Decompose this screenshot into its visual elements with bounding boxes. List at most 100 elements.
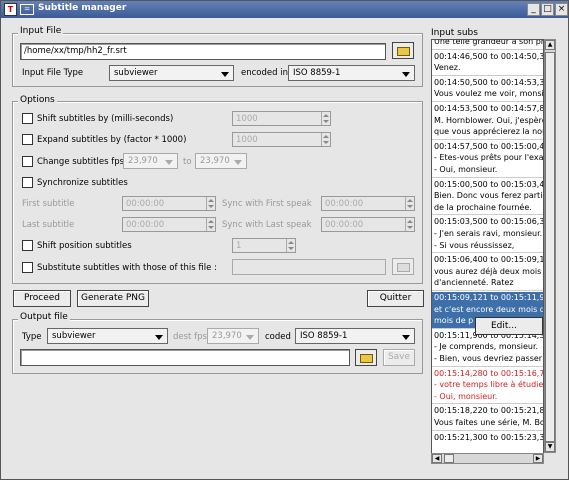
- spin-arrows-icon[interactable]: [206, 197, 215, 210]
- sync-first-speak-spinner[interactable]: 00:00:00: [321, 196, 415, 211]
- title-bar[interactable]: T = Subtitle manager _ □ ×: [1, 1, 568, 18]
- sync-last-speak-spinner[interactable]: 00:00:00: [321, 217, 415, 232]
- subtitle-text-line[interactable]: de la prochaine fournée.: [432, 202, 543, 215]
- substitute-label: Substitute subtitles with those of this …: [37, 263, 217, 273]
- input-encoding-select[interactable]: ISO 8859-1: [288, 65, 415, 81]
- expand-subtitles-label: Expand subtitles by (factor * 1000): [37, 135, 187, 145]
- subtitle-text-line[interactable]: que vous apprécierez la nou: [432, 126, 543, 139]
- subtitle-text-line[interactable]: - Si vous réussissez,: [432, 240, 543, 253]
- subtitle-separator: [432, 429, 543, 431]
- subtitle-separator: [432, 138, 543, 140]
- context-menu: Edit...: [475, 317, 543, 335]
- subtitle-text-line[interactable]: - Oui, monsieur.: [432, 164, 543, 177]
- spin-arrows-icon[interactable]: [206, 218, 215, 231]
- subtitle-separator: [432, 290, 543, 291]
- input-file-type-label: Input File Type: [22, 68, 84, 78]
- subtitle-separator: [432, 101, 543, 102]
- subtitle-text-line[interactable]: Une telle grandeur à son pr: [432, 40, 543, 49]
- subtitle-text-line[interactable]: Vous faites une série, M. Bo: [432, 417, 543, 430]
- sync-last-speak-label: Sync with Last speak: [222, 220, 312, 230]
- close-button[interactable]: ×: [555, 3, 568, 16]
- spin-arrows-icon[interactable]: [321, 133, 330, 146]
- expand-subtitles-checkbox[interactable]: [22, 134, 33, 145]
- subtitle-separator: [432, 214, 543, 216]
- synchronize-checkbox[interactable]: [22, 177, 33, 188]
- change-fps-checkbox[interactable]: [22, 156, 33, 167]
- subtitle-separator: [432, 74, 543, 76]
- substitute-file-field[interactable]: [232, 259, 386, 275]
- scroll-up-icon[interactable]: ▲: [545, 40, 555, 50]
- shift-position-checkbox[interactable]: [22, 240, 33, 251]
- spin-arrows-icon[interactable]: [405, 197, 414, 210]
- minimize-button[interactable]: _: [527, 3, 540, 16]
- shift-ms-value: 1000: [236, 114, 258, 124]
- expand-factor-value: 1000: [236, 135, 258, 145]
- first-subtitle-spinner[interactable]: 00:00:00: [122, 196, 216, 211]
- last-subtitle-spinner[interactable]: 00:00:00: [122, 217, 216, 232]
- subtitle-separator: [432, 176, 543, 178]
- input-subs-label: Input subs: [431, 28, 478, 38]
- first-subtitle-value: 00:00:00: [126, 199, 165, 209]
- options-group: [12, 101, 423, 284]
- subtitle-text-line[interactable]: Venez.: [432, 62, 543, 75]
- browse-output-button[interactable]: [355, 349, 377, 366]
- horizontal-scrollbar[interactable]: ◀ ▶: [431, 453, 544, 464]
- sync-first-speak-value: 00:00:00: [325, 199, 364, 209]
- options-group-label: Options: [18, 95, 57, 105]
- proceed-button[interactable]: Proceed: [13, 290, 71, 307]
- folder-icon: [360, 354, 373, 363]
- coded-label: coded: [265, 332, 291, 342]
- subtitle-text-line[interactable]: - Oui, monsieur.: [432, 391, 543, 404]
- dest-fps-select[interactable]: 23,970: [207, 328, 259, 344]
- shift-subtitles-checkbox[interactable]: [22, 113, 33, 124]
- maximize-button[interactable]: □: [541, 3, 554, 16]
- last-subtitle-label: Last subtitle: [22, 220, 75, 230]
- shift-subtitles-label: Shift subtitles by (milli-seconds): [37, 114, 174, 124]
- input-type-select[interactable]: subviewer: [109, 65, 234, 81]
- scroll-thumb[interactable]: [545, 52, 555, 442]
- input-file-path-field[interactable]: /home/xx/tmp/hh2_fr.srt: [20, 43, 386, 60]
- input-file-group-label: Input File: [18, 26, 64, 36]
- shift-position-label: Shift position subtitles: [37, 241, 132, 251]
- scroll-left-icon[interactable]: ◀: [432, 454, 442, 463]
- subtitle-text-line[interactable]: - Bien, vous devriez passer: [432, 353, 543, 366]
- subtitles-list[interactable]: Une telle grandeur à son pr 00:14:46,500 …: [431, 39, 544, 464]
- spin-arrows-icon[interactable]: [286, 239, 295, 252]
- output-file-path-field[interactable]: [20, 349, 350, 366]
- scroll-down-icon[interactable]: ▼: [545, 442, 555, 452]
- synchronize-label: Synchronize subtitles: [37, 178, 128, 188]
- subtitle-text-line[interactable]: d'ancienneté. Ratez: [432, 277, 543, 290]
- save-button[interactable]: Save: [383, 349, 415, 366]
- subtitle-separator: [432, 365, 543, 367]
- subtitle-text-line[interactable]: Vous voulez me voir, monsie: [432, 88, 543, 101]
- system-menu-icon[interactable]: =: [20, 4, 34, 15]
- subtitle-manager-window: T = Subtitle manager _ □ × Input File /h…: [0, 0, 569, 480]
- output-type-label: Type: [22, 332, 42, 342]
- first-subtitle-label: First subtitle: [22, 199, 75, 209]
- spin-arrows-icon[interactable]: [405, 218, 414, 231]
- browse-input-button[interactable]: [392, 42, 414, 59]
- subtitle-separator: [432, 48, 543, 50]
- vertical-scrollbar[interactable]: ▲ ▼: [544, 39, 556, 453]
- change-fps-label: Change subtitles fps: [37, 157, 125, 167]
- fps-from-select[interactable]: 23,970: [123, 153, 178, 169]
- app-icon[interactable]: T: [4, 3, 17, 16]
- substitute-checkbox[interactable]: [22, 262, 33, 273]
- sync-last-speak-value: 00:00:00: [325, 220, 364, 230]
- scroll-right-icon[interactable]: ▶: [533, 454, 543, 463]
- spin-arrows-icon[interactable]: [321, 112, 330, 125]
- generate-png-button[interactable]: Generate PNG: [77, 290, 149, 307]
- subtitle-timecode[interactable]: 00:15:21,300 to 00:15:23,3: [432, 432, 543, 445]
- shift-position-value: 1: [236, 241, 242, 251]
- expand-factor-spinner[interactable]: 1000: [232, 132, 331, 147]
- browse-substitute-button[interactable]: [392, 258, 414, 275]
- horizontal-scroll-thumb[interactable]: [444, 454, 454, 463]
- fps-to-select[interactable]: 23,970: [195, 153, 247, 169]
- shift-position-spinner[interactable]: 1: [232, 238, 296, 253]
- edit-menu-item[interactable]: Edit...: [491, 321, 517, 331]
- output-type-select[interactable]: subviewer: [47, 328, 168, 344]
- output-encoding-select[interactable]: ISO 8859-1: [295, 328, 415, 344]
- shift-ms-spinner[interactable]: 1000: [232, 111, 331, 126]
- quit-button[interactable]: Quitter: [367, 290, 424, 307]
- window-title: Subtitle manager: [38, 3, 127, 13]
